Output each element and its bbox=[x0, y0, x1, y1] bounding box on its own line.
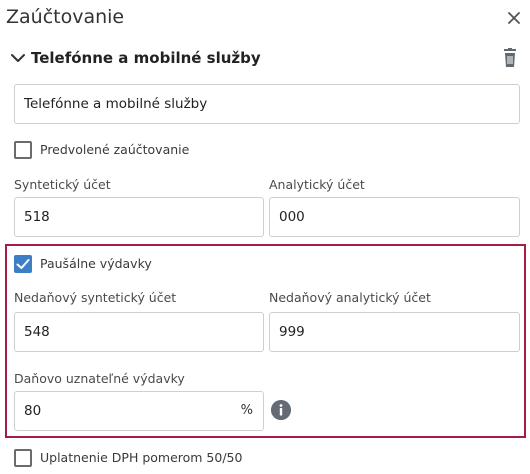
trash-icon[interactable] bbox=[501, 48, 519, 68]
synthetic-account-label: Syntetický účet bbox=[14, 177, 111, 192]
section-name-input[interactable]: Telefónne a mobilné služby bbox=[14, 84, 520, 124]
deductible-input[interactable]: 80 % bbox=[14, 391, 264, 431]
nontax-synthetic-input[interactable]: 548 bbox=[14, 312, 264, 352]
dialog-title: Zaúčtovanie bbox=[6, 6, 125, 28]
section-title: Telefónne a mobilné služby bbox=[31, 49, 261, 67]
section-name-value: Telefónne a mobilné služby bbox=[24, 96, 208, 112]
nontax-synthetic-label: Nedaňový syntetický účet bbox=[14, 290, 177, 305]
synthetic-account-value: 518 bbox=[24, 209, 50, 225]
info-icon[interactable] bbox=[271, 400, 291, 420]
flat-expenses-label: Paušálne výdavky bbox=[40, 256, 152, 271]
check-icon bbox=[16, 259, 30, 269]
nontax-synthetic-value: 548 bbox=[24, 324, 50, 340]
analytic-account-input[interactable]: 000 bbox=[269, 197, 520, 237]
close-icon[interactable] bbox=[505, 9, 523, 27]
default-posting-checkbox[interactable] bbox=[14, 141, 32, 159]
vat-ratio-checkbox[interactable] bbox=[14, 449, 32, 467]
section-header: Telefónne a mobilné služby bbox=[10, 48, 525, 70]
analytic-account-label: Analytický účet bbox=[269, 177, 365, 192]
flat-expenses-checkbox[interactable] bbox=[14, 255, 32, 273]
percent-suffix: % bbox=[240, 403, 253, 418]
nontax-analytic-label: Nedaňový analytický účet bbox=[269, 290, 431, 305]
default-posting-label: Predvolené zaúčtovanie bbox=[40, 142, 190, 157]
deductible-value: 80 bbox=[24, 403, 42, 419]
vat-ratio-label: Uplatnenie DPH pomerom 50/50 bbox=[40, 450, 243, 465]
deductible-label: Daňovo uznateľné výdavky bbox=[14, 371, 185, 386]
synthetic-account-input[interactable]: 518 bbox=[14, 197, 264, 237]
nontax-analytic-value: 999 bbox=[279, 324, 305, 340]
analytic-account-value: 000 bbox=[279, 209, 305, 225]
chevron-down-icon[interactable] bbox=[10, 51, 26, 65]
nontax-analytic-input[interactable]: 999 bbox=[269, 312, 520, 352]
